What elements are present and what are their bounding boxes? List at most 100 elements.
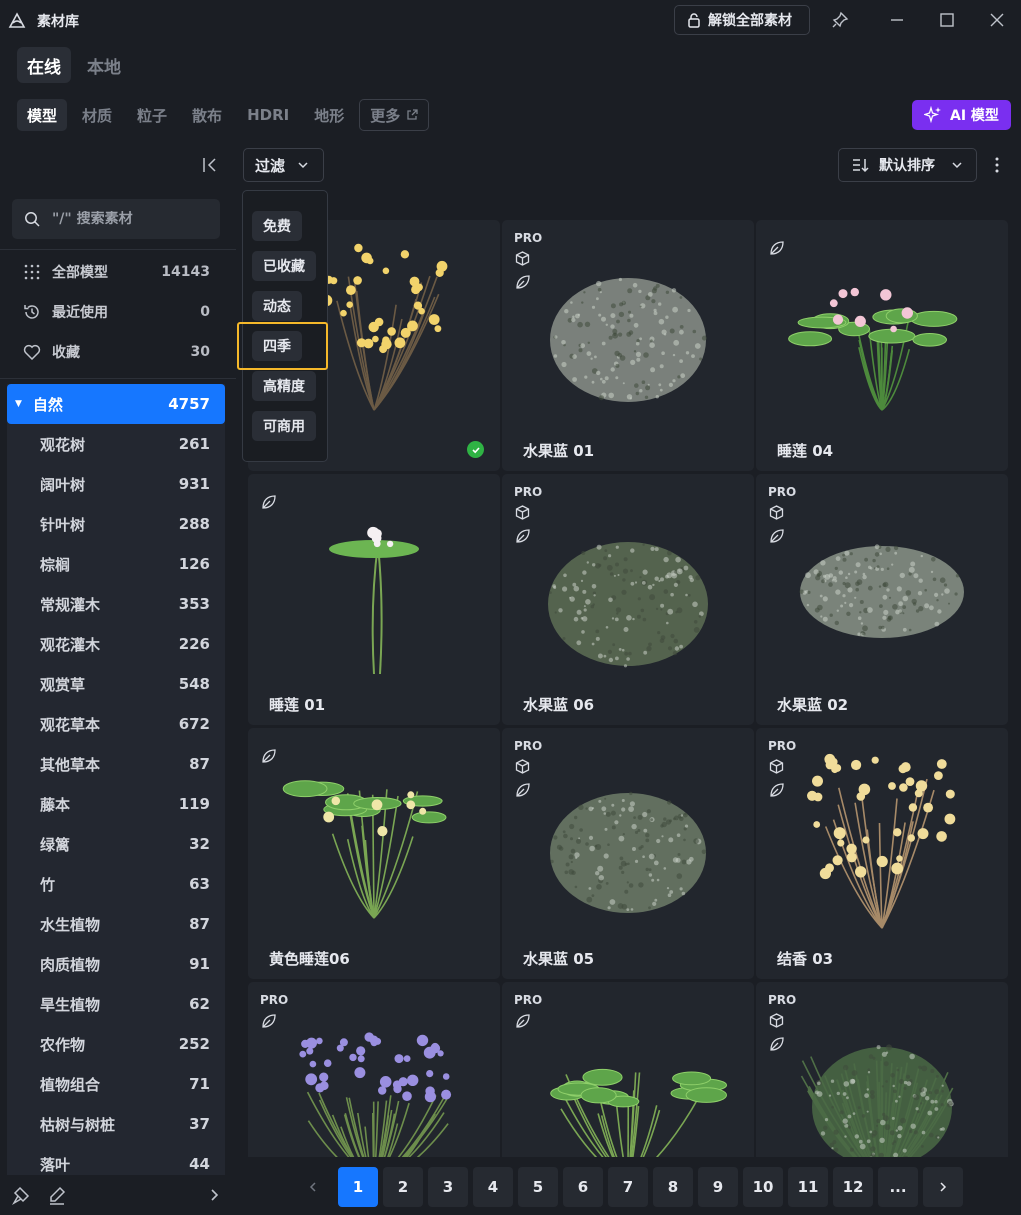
tree-item[interactable]: 肉质植物 91 — [7, 944, 225, 984]
pro-badge: PRO — [514, 739, 543, 753]
page-button[interactable]: 12 — [833, 1167, 873, 1207]
tab-material[interactable]: 材质 — [72, 99, 122, 131]
search-box[interactable] — [12, 199, 220, 239]
asset-card[interactable]: 睡莲 01 — [248, 474, 500, 725]
filter-option[interactable]: 免费 — [252, 211, 302, 241]
tree-item-count: 288 — [178, 515, 210, 533]
collapse-sidebar-button[interactable] — [200, 154, 220, 176]
leaf-icon — [516, 1014, 530, 1028]
sort-button[interactable]: 默认排序 — [838, 148, 977, 182]
asset-card[interactable]: PRO 水果蓝 05 — [502, 728, 754, 979]
tree-item[interactable]: 观花灌木 226 — [7, 624, 225, 664]
tree-item[interactable]: 常规灌木 353 — [7, 584, 225, 624]
quick-item-all-models[interactable]: 全部模型 14143 — [22, 252, 210, 292]
page-button[interactable]: 10 — [743, 1167, 783, 1207]
asset-card[interactable]: PRO — [248, 982, 500, 1157]
tab-model[interactable]: 模型 — [17, 99, 68, 131]
tab-online[interactable]: 在线 — [17, 47, 71, 83]
tree-item[interactable]: 落叶 44 — [7, 1144, 225, 1175]
asset-card[interactable]: PRO — [756, 982, 1008, 1157]
category-tree: ▼ 自然 4757 观花树 261 阔叶树 931 针叶树 288 棕榈 126 常规灌木 353… — [7, 384, 225, 1175]
minimize-button[interactable] — [885, 8, 909, 32]
asset-card[interactable]: 黄色睡莲06 — [248, 728, 500, 979]
tree-item[interactable]: 水生植物 87 — [7, 904, 225, 944]
page-button[interactable]: 5 — [518, 1167, 558, 1207]
tree-item-label: 枯树与树桩 — [40, 1115, 116, 1134]
tab-hdri[interactable]: HDRI — [237, 99, 299, 131]
sparkle-icon — [924, 106, 941, 124]
tab-more[interactable]: 更多 — [359, 99, 430, 131]
tree-item[interactable]: 针叶树 288 — [7, 504, 225, 544]
sidebar-bottom-tools — [0, 1175, 236, 1215]
asset-card[interactable]: PRO — [502, 982, 754, 1157]
tree-item[interactable]: 农作物 252 — [7, 1024, 225, 1064]
tree-item-label: 观花灌木 — [40, 635, 101, 654]
asset-thumbnail — [807, 753, 956, 929]
asset-card[interactable]: 睡莲 04 — [756, 220, 1008, 471]
next-page-button[interactable] — [923, 1167, 963, 1207]
tree-item[interactable]: 植物组合 71 — [7, 1064, 225, 1104]
page-button[interactable]: 6 — [563, 1167, 603, 1207]
page-button[interactable]: 3 — [428, 1167, 468, 1207]
page-button[interactable]: ... — [878, 1167, 918, 1207]
collapse-left-icon — [203, 158, 216, 172]
brush-tool-button[interactable] — [11, 1185, 34, 1207]
ai-model-button[interactable]: AI 模型 — [912, 100, 1011, 130]
search-input[interactable] — [52, 211, 202, 227]
asset-card[interactable]: PRO 水果蓝 01 — [502, 220, 754, 471]
tree-item[interactable]: 观赏草 548 — [7, 664, 225, 704]
page-button[interactable]: 7 — [608, 1167, 648, 1207]
page-button[interactable]: 1 — [338, 1167, 378, 1207]
tree-item[interactable]: 竹 63 — [7, 864, 225, 904]
quick-item-recent[interactable]: 最近使用 0 — [22, 292, 210, 332]
tree-item[interactable]: 其他草本 87 — [7, 744, 225, 784]
tab-terrain[interactable]: 地形 — [304, 99, 354, 131]
tab-particle[interactable]: 粒子 — [127, 99, 177, 131]
filter-option[interactable]: 已收藏 — [252, 251, 316, 281]
filter-option[interactable]: 动态 — [252, 291, 302, 321]
asset-card[interactable]: PRO 水果蓝 02 — [756, 474, 1008, 725]
more-options-button[interactable] — [987, 153, 1007, 177]
tree-item-count: 548 — [178, 675, 210, 693]
tree-item[interactable]: 枯树与树桩 37 — [7, 1104, 225, 1144]
tree-item[interactable]: 观花树 261 — [7, 424, 225, 464]
tree-item-label: 旱生植物 — [40, 995, 101, 1014]
leaf-icon — [516, 275, 530, 289]
tree-item[interactable]: 旱生植物 62 — [7, 984, 225, 1024]
unlock-all-label: 解锁全部素材 — [708, 13, 792, 29]
tree-item[interactable]: 观花草本 672 — [7, 704, 225, 744]
highlight-frame — [237, 322, 328, 370]
tree-item-nature[interactable]: ▼ 自然 4757 — [7, 384, 225, 424]
filter-option[interactable]: 可商用 — [252, 411, 316, 441]
asset-card[interactable]: PRO 水果蓝 06 — [502, 474, 754, 725]
tree-item-count: 91 — [189, 955, 210, 973]
page-button[interactable]: 4 — [473, 1167, 513, 1207]
tree-item-count: 4757 — [168, 395, 210, 413]
unlock-all-button[interactable]: 解锁全部素材 — [674, 5, 810, 35]
edit-tool-button[interactable] — [47, 1185, 69, 1207]
tree-item[interactable]: 藤本 119 — [7, 784, 225, 824]
asset-card[interactable]: PRO 结香 03 — [756, 728, 1008, 979]
quick-item-favorites[interactable]: 收藏 30 — [22, 332, 210, 372]
close-icon — [990, 13, 1004, 27]
tree-item[interactable]: 棕榈 126 — [7, 544, 225, 584]
page-button[interactable]: 9 — [698, 1167, 738, 1207]
tree-item-label: 观花草本 — [40, 715, 101, 734]
filter-button[interactable]: 过滤 — [243, 148, 324, 182]
page-button[interactable]: 2 — [383, 1167, 423, 1207]
close-button[interactable] — [985, 8, 1009, 32]
maximize-icon — [940, 13, 954, 27]
page-button[interactable]: 8 — [653, 1167, 693, 1207]
maximize-button[interactable] — [935, 8, 959, 32]
tab-scatter[interactable]: 散布 — [182, 99, 232, 131]
tree-item[interactable]: 阔叶树 931 — [7, 464, 225, 504]
tree-children: 观花树 261 阔叶树 931 针叶树 288 棕榈 126 常规灌木 353 观花灌木 226 观赏草… — [7, 424, 225, 1175]
expand-tools-button[interactable] — [206, 1187, 224, 1205]
prev-page-button[interactable] — [293, 1167, 333, 1207]
tab-local[interactable]: 本地 — [77, 47, 131, 83]
chevron-right-icon — [940, 1182, 947, 1192]
filter-option[interactable]: 高精度 — [252, 371, 316, 401]
pin-button[interactable] — [828, 8, 852, 32]
tree-item[interactable]: 绿篱 32 — [7, 824, 225, 864]
page-button[interactable]: 11 — [788, 1167, 828, 1207]
